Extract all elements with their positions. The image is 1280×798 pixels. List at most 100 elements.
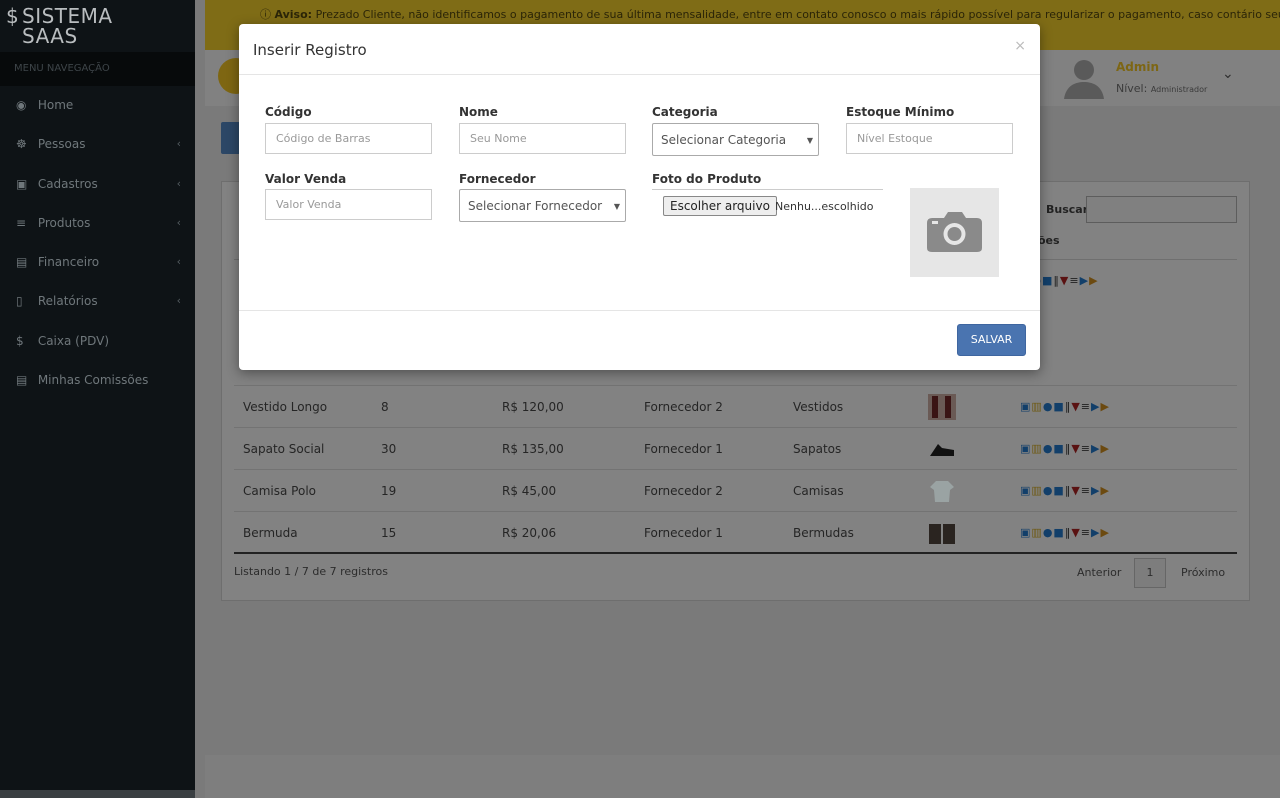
sidebar-item-label: Produtos [37,216,91,230]
delete-icon[interactable]: ▥ [1031,526,1042,539]
table-row[interactable]: Vestido Longo 8 R$ 120,00 Fornecedor 2 V… [234,385,1237,427]
user-avatar-icon[interactable] [1062,55,1106,99]
chevron-down-icon[interactable]: ⌄ [1222,66,1234,82]
table-row[interactable]: Bermuda 15 R$ 20,06 Fornecedor 1 Bermuda… [234,511,1237,553]
sidebar-item-relatorios[interactable]: ▯ Relatórios ‹ [0,288,195,314]
cart-icon[interactable]: ▼ [1071,484,1080,497]
row-actions: ▣▥●■‖▼≡▶▶ [1020,400,1110,413]
row-actions: ▣▥●■‖▼≡▶▶ [1020,526,1110,539]
list-icon[interactable]: ≡ [1081,484,1091,497]
exit-icon[interactable]: ▶ [1100,400,1109,413]
cell-price: R$ 45,00 [502,484,557,498]
row-actions: ▣▥●■‖▼≡▶▶ [1020,484,1110,497]
edit-icon[interactable]: ▣ [1020,442,1031,455]
money-icon: ▤ [16,373,28,387]
edit-icon[interactable]: ▣ [1020,400,1031,413]
delete-icon[interactable]: ▥ [1031,442,1042,455]
check-icon[interactable]: ■ [1053,526,1064,539]
save-button[interactable]: SALVAR [957,324,1026,356]
cell-price: R$ 135,00 [502,442,564,456]
row-actions: ▣▥●■‖▼≡▶▶ [1020,442,1110,455]
pagination-next[interactable]: Próximo [1181,566,1225,579]
column-header-acoes: ões [1038,234,1060,247]
table-row[interactable]: Camisa Polo 19 R$ 45,00 Fornecedor 2 Cam… [234,469,1237,511]
pagination-previous[interactable]: Anterior [1077,566,1121,579]
estoque-input[interactable] [846,123,1013,154]
cell-stock: 15 [381,526,397,540]
sidebar-item-financeiro[interactable]: ▤ Financeiro ‹ [0,249,195,275]
chevron-left-icon: ‹ [176,216,181,229]
sidebar-item-comissoes[interactable]: ▤ Minhas Comissões [0,367,195,393]
list-icon[interactable]: ≡ [1081,526,1091,539]
choose-file-button[interactable]: Escolher arquivo [663,196,777,216]
modal-title: Inserir Registro [253,41,367,59]
save-icon: ▣ [16,177,28,191]
fornecedor-select[interactable]: Selecionar Fornecedor ▼ [459,189,626,222]
info-icon[interactable]: ● [1043,400,1054,413]
cell-category: Camisas [793,484,844,498]
categoria-label: Categoria [652,105,718,119]
categoria-select[interactable]: Selecionar Categoria ▼ [652,123,819,156]
delete-icon[interactable]: ▥ [1031,484,1042,497]
check-icon[interactable]: ■ [1053,442,1064,455]
sidebar-item-label: Relatórios [37,294,98,308]
close-icon[interactable]: × [1014,38,1026,54]
users-icon: ☸ [16,137,27,151]
modal-header: Inserir Registro × [239,24,1040,75]
sidebar: $ SISTEMA SAAS MENU NAVEGAÇÃO ◉ Home ☸ P… [0,0,195,798]
horizontal-scrollbar[interactable] [0,790,195,798]
sidebar-item-cadastros[interactable]: ▣ Cadastros ‹ [0,171,195,197]
chevron-left-icon: ‹ [176,137,181,150]
info-icon[interactable]: ● [1043,526,1054,539]
pagination-page[interactable]: 1 [1134,558,1166,588]
brand-dollar-icon: $ [6,4,20,28]
cart-icon[interactable]: ▼ [1071,442,1080,455]
list-icon[interactable]: ≡ [1081,400,1091,413]
sidebar-item-home[interactable]: ◉ Home [0,92,195,118]
check-icon[interactable]: ■ [1053,484,1064,497]
edit-icon[interactable]: ▣ [1020,484,1031,497]
sidebar-item-pessoas[interactable]: ☸ Pessoas ‹ [0,131,195,157]
check-icon[interactable]: ■ [1042,274,1053,287]
file-input[interactable]: Escolher arquivo Nenhu...escolhido [652,189,883,220]
file-status: Nenhu...escolhido [775,200,874,213]
exit-icon[interactable]: ▶ [1100,526,1109,539]
info-icon[interactable]: ● [1043,484,1054,497]
sidebar-item-caixa[interactable]: $ Caixa (PDV) [0,328,195,354]
add-record-button[interactable] [221,122,241,154]
sidebar-item-label: Minhas Comissões [37,373,149,387]
search-input[interactable] [1086,196,1237,223]
codigo-label: Código [265,105,312,119]
valor-input[interactable] [265,189,432,220]
cell-supplier: Fornecedor 1 [644,442,723,456]
exit-icon[interactable]: ▶ [1089,274,1098,287]
user-level-label: Nível: [1116,82,1148,95]
table-row[interactable]: Sapato Social 30 R$ 135,00 Fornecedor 1 … [234,427,1237,469]
cell-supplier: Fornecedor 2 [644,400,723,414]
cart-icon[interactable]: ▼ [1071,526,1080,539]
info-icon[interactable]: ● [1043,442,1054,455]
list-icon[interactable]: ≡ [1069,274,1079,287]
product-shirt-image [930,481,954,502]
delete-icon[interactable]: ▥ [1031,400,1042,413]
exit-icon[interactable]: ▶ [1100,484,1109,497]
cell-name: Bermuda [243,526,298,540]
exit-icon[interactable]: ▶ [1100,442,1109,455]
cell-category: Sapatos [793,442,842,456]
sidebar-item-produtos[interactable]: ≡ Produtos ‹ [0,210,195,236]
list-icon[interactable]: ≡ [1081,442,1091,455]
cell-stock: 19 [381,484,397,498]
check-icon[interactable]: ■ [1053,400,1064,413]
entry-icon[interactable]: ▶ [1080,274,1089,287]
brand-line1: SISTEMA [22,4,113,28]
cell-name: Sapato Social [243,442,325,456]
nome-input[interactable] [459,123,626,154]
user-name[interactable]: Admin [1116,60,1159,74]
camera-icon [910,188,999,277]
cart-icon[interactable]: ▼ [1071,400,1080,413]
brand-logo[interactable]: $ SISTEMA SAAS [0,0,195,52]
edit-icon[interactable]: ▣ [1020,526,1031,539]
nome-label: Nome [459,105,498,119]
cart-icon[interactable]: ▼ [1060,274,1069,287]
codigo-input[interactable] [265,123,432,154]
